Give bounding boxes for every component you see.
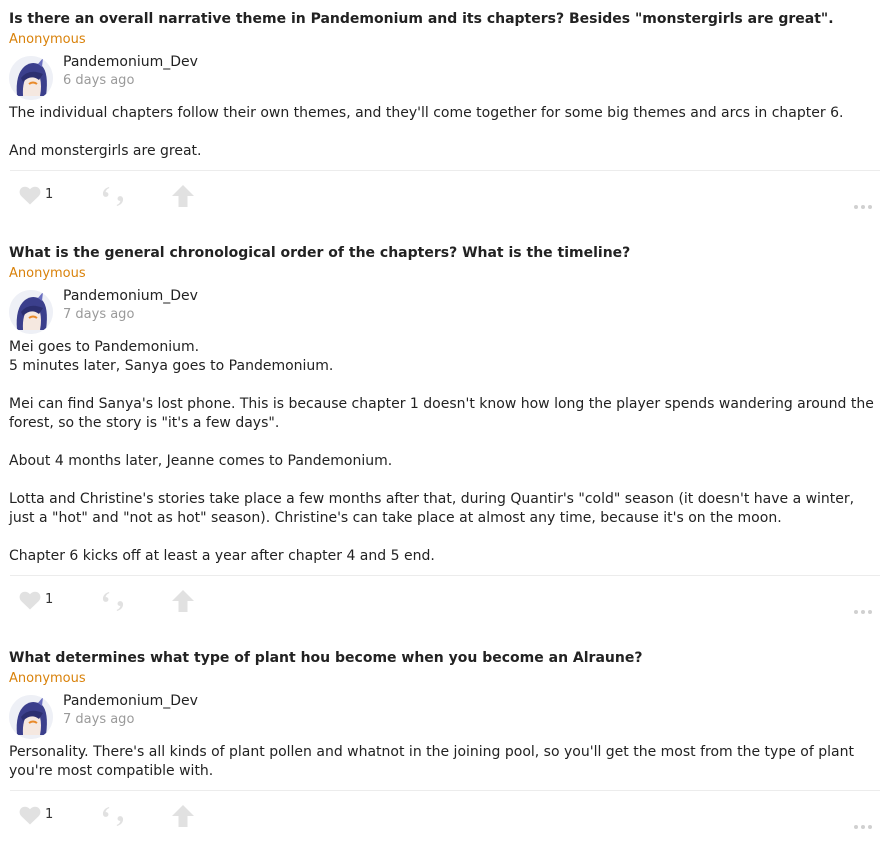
answer-paragraph: Chapter 6 kicks off at least a year afte… [9, 548, 435, 564]
answer-paragraph: Personality. There's all kinds of plant … [9, 744, 854, 779]
heart-icon [19, 591, 41, 610]
answer-body: Mei goes to Pandemonium. 5 minutes later… [9, 338, 879, 566]
action-bar: 1 [0, 576, 890, 624]
share-button[interactable] [172, 590, 194, 616]
answer-paragraph: About 4 months later, Jeanne comes to Pa… [9, 453, 393, 469]
quote-icon [102, 187, 124, 206]
more-options-button[interactable] [854, 194, 872, 213]
qa-post: Is there an overall narrative theme in P… [0, 9, 890, 219]
question-text[interactable]: Is there an overall narrative theme in P… [9, 9, 890, 29]
post-timestamp[interactable]: 6 days ago [63, 72, 134, 90]
question-text[interactable]: What is the general chronological order … [9, 243, 890, 263]
avatar[interactable] [9, 695, 53, 739]
question-text[interactable]: What determines what type of plant hou b… [9, 648, 890, 668]
like-button[interactable] [19, 591, 41, 614]
like-button[interactable] [19, 186, 41, 209]
action-bar: 1 [0, 171, 890, 219]
share-arrow-icon [172, 805, 194, 827]
asker-name: Anonymous [9, 671, 86, 686]
answer-paragraph: Mei can find Sanya's lost phone. This is… [9, 396, 874, 431]
answer-paragraph: Lotta and Christine's stories take place… [9, 491, 855, 526]
share-button[interactable] [172, 805, 194, 831]
share-arrow-icon [172, 590, 194, 612]
more-dots-icon [854, 205, 872, 209]
post-timestamp[interactable]: 7 days ago [63, 306, 134, 324]
like-button[interactable] [19, 806, 41, 829]
more-options-button[interactable] [854, 599, 872, 618]
share-arrow-icon [172, 185, 194, 207]
qa-post: What determines what type of plant hou b… [0, 648, 890, 839]
asker-name: Anonymous [9, 266, 86, 281]
answer-body: The individual chapters follow their own… [9, 104, 879, 161]
answer-body: Personality. There's all kinds of plant … [9, 743, 879, 781]
more-dots-icon [854, 610, 872, 614]
answer-paragraph: And monstergirls are great. [9, 143, 202, 159]
avatar[interactable] [9, 56, 53, 100]
qa-post: What is the general chronological order … [0, 243, 890, 624]
avatar[interactable] [9, 290, 53, 334]
more-dots-icon [854, 825, 872, 829]
author-name[interactable]: Pandemonium_Dev [63, 286, 198, 306]
quote-button[interactable] [102, 806, 124, 830]
quote-icon [102, 592, 124, 611]
more-options-button[interactable] [854, 814, 872, 833]
heart-icon [19, 186, 41, 205]
action-bar: 1 [0, 791, 890, 839]
author-row: Pandemonium_Dev 7 days ago [0, 691, 890, 739]
answer-paragraph: Mei goes to Pandemonium. 5 minutes later… [9, 339, 334, 374]
author-name[interactable]: Pandemonium_Dev [63, 691, 198, 711]
author-name[interactable]: Pandemonium_Dev [63, 52, 198, 72]
asker-name: Anonymous [9, 32, 86, 47]
heart-icon [19, 806, 41, 825]
quote-button[interactable] [102, 186, 124, 210]
share-button[interactable] [172, 185, 194, 211]
post-timestamp[interactable]: 7 days ago [63, 711, 134, 729]
quote-icon [102, 807, 124, 826]
answer-paragraph: The individual chapters follow their own… [9, 105, 844, 121]
like-count: 1 [45, 807, 54, 822]
author-row: Pandemonium_Dev 6 days ago [0, 52, 890, 100]
quote-button[interactable] [102, 591, 124, 615]
qa-feed: Is there an overall narrative theme in P… [0, 0, 890, 844]
like-count: 1 [45, 187, 54, 202]
author-row: Pandemonium_Dev 7 days ago [0, 286, 890, 334]
like-count: 1 [45, 592, 54, 607]
